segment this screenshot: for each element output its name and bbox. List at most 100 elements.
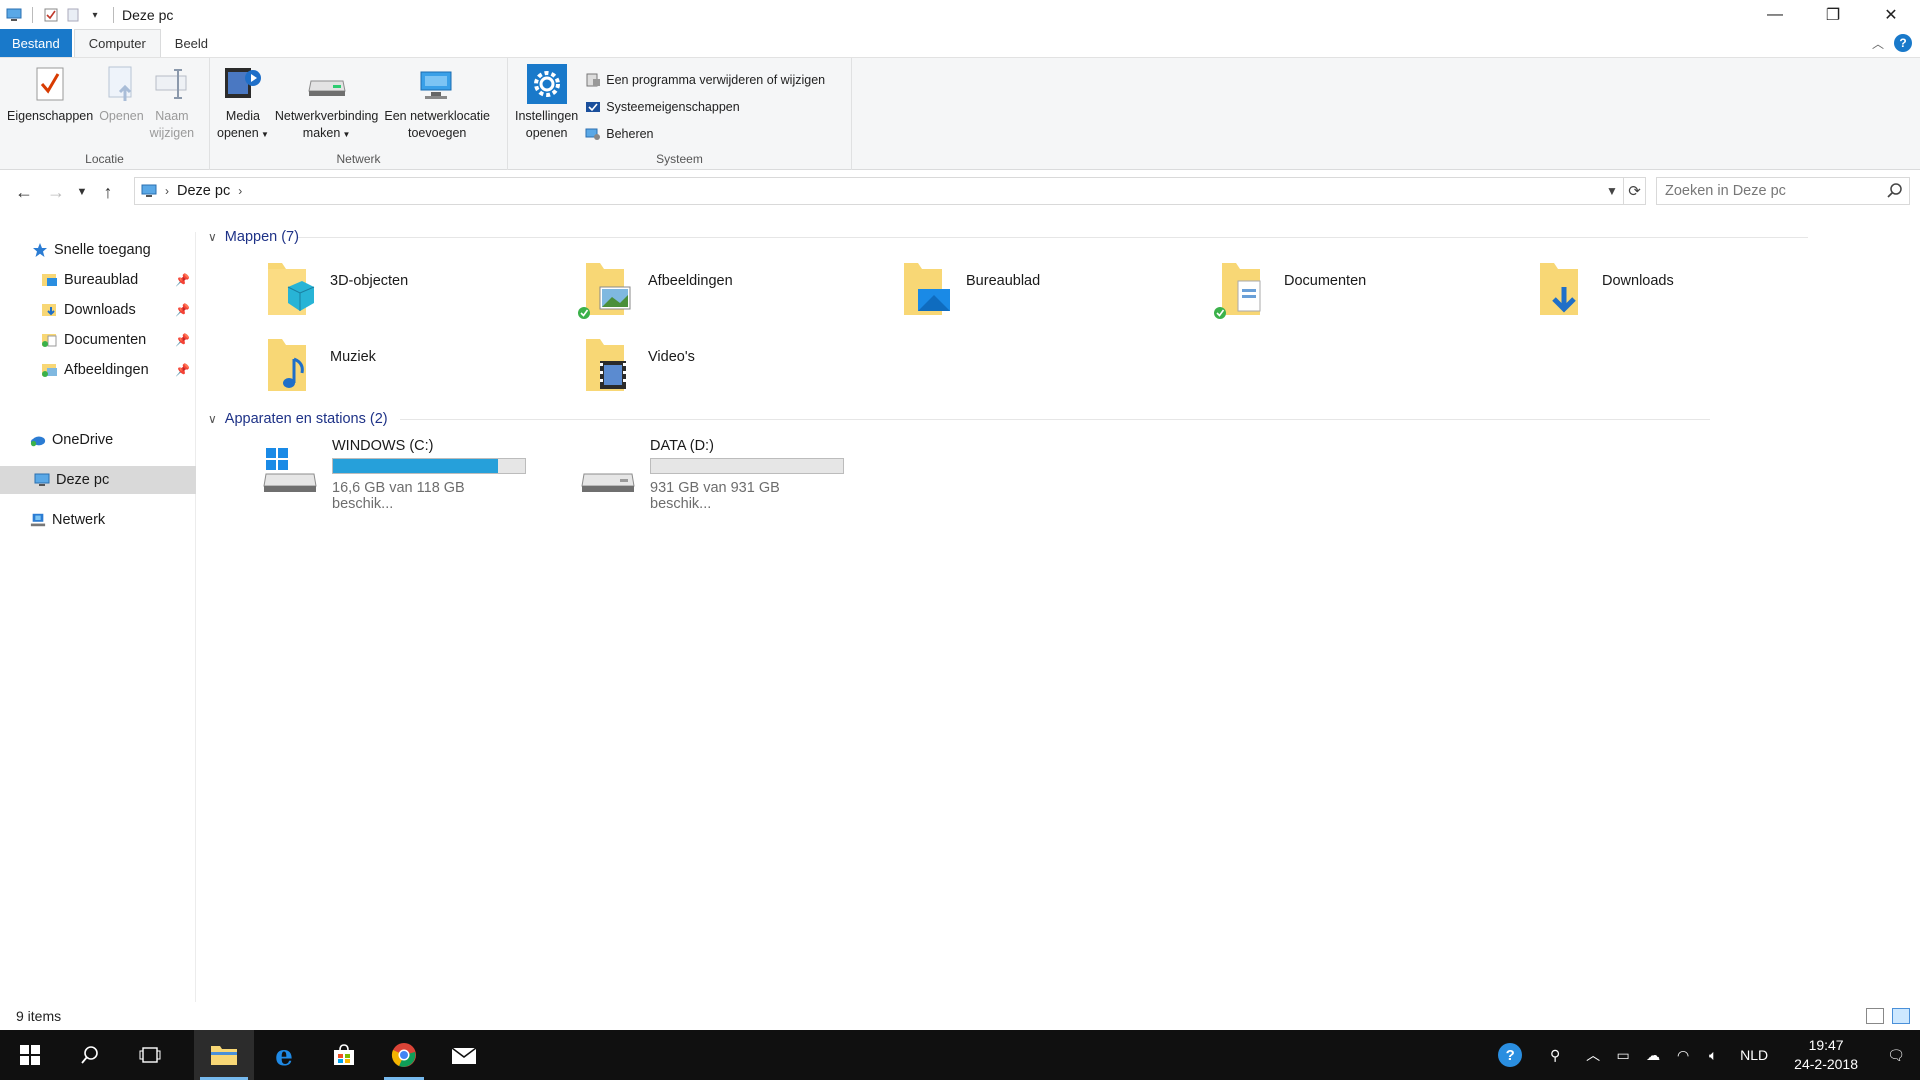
- properties-check-icon[interactable]: [43, 7, 59, 23]
- ribbon-right-controls: ︿ ?: [1872, 34, 1912, 52]
- 3d-objects-folder-icon: [260, 259, 316, 319]
- address-bar-controls: ▼ ⟳: [1601, 178, 1645, 204]
- pin-icon[interactable]: 📌: [175, 333, 190, 347]
- taskbar-file-explorer[interactable]: [194, 1030, 254, 1080]
- show-hidden-icons-chevron-icon[interactable]: ︿: [1578, 1030, 1608, 1080]
- action-center-icon[interactable]: 🗨︎: [1872, 1030, 1920, 1080]
- breadcrumb-chevron-icon[interactable]: ›: [165, 184, 169, 198]
- wifi-icon[interactable]: ◠: [1668, 1030, 1698, 1080]
- title-bar: ▾ Deze pc — ❐ ✕: [0, 0, 1920, 30]
- help-tray-icon[interactable]: ?: [1488, 1030, 1532, 1080]
- onedrive-cloud-icon: [30, 432, 46, 448]
- pin-icon[interactable]: 📌: [175, 303, 190, 317]
- back-button[interactable]: ←: [8, 176, 40, 208]
- taskbar-edge[interactable]: e: [254, 1030, 314, 1080]
- drive-name: DATA (D:): [650, 438, 714, 454]
- recent-locations-chevron-icon[interactable]: ▼: [72, 176, 92, 208]
- pictures-folder-icon: [42, 362, 58, 378]
- restore-button[interactable]: ❐: [1804, 0, 1862, 30]
- customize-qat-chevron-icon[interactable]: ▾: [87, 7, 103, 23]
- task-view-icon: [139, 1047, 161, 1063]
- volume-icon[interactable]: 🔈︎: [1698, 1030, 1728, 1080]
- collapse-chevron-icon[interactable]: ∨: [208, 230, 217, 244]
- sidebar-item-onedrive[interactable]: OneDrive: [30, 426, 190, 454]
- forward-button[interactable]: →: [40, 176, 72, 208]
- settings-gear-icon: [526, 62, 568, 106]
- pin-icon[interactable]: 📌: [175, 363, 190, 377]
- sidebar-item-snelle-toegang[interactable]: Snelle toegang: [32, 236, 192, 264]
- people-icon[interactable]: ⚲: [1532, 1030, 1578, 1080]
- breadcrumb-chevron-icon[interactable]: ›: [238, 184, 242, 198]
- taskbar-store[interactable]: [314, 1030, 374, 1080]
- folder-tile-videos[interactable]: Video's: [518, 328, 836, 402]
- taskbar-mail[interactable]: [434, 1030, 494, 1080]
- search-button[interactable]: [60, 1030, 120, 1080]
- help-icon[interactable]: ?: [1894, 34, 1912, 52]
- uninstall-program-icon: [586, 73, 601, 87]
- chrome-icon: [391, 1043, 416, 1067]
- onedrive-tray-cloud-icon[interactable]: ☁: [1638, 1030, 1668, 1080]
- systeemeigenschappen-button[interactable]: Systeemeigenschappen: [585, 96, 825, 118]
- hard-drive-icon: [580, 444, 636, 494]
- sidebar-item-documenten[interactable]: Documenten 📌: [42, 326, 196, 354]
- group-label-netwerk: Netwerk: [336, 152, 381, 166]
- navigation-row: ← → ▼ ↑ › Deze pc › ▼ ⟳ Zoeken in Deze p…: [0, 172, 1920, 212]
- window-title: Deze pc: [122, 7, 174, 23]
- clock[interactable]: 19:47 24-2-2018: [1780, 1036, 1872, 1074]
- network-location-icon: [416, 62, 458, 106]
- documents-folder-icon: [42, 332, 58, 348]
- dropdown-caret-icon: ▼: [258, 130, 269, 139]
- start-button[interactable]: [0, 1030, 60, 1080]
- ribbon-group-netwerk: Media openen ▼ Netwerkverbinding maken ▼…: [210, 58, 508, 170]
- sidebar-item-afbeeldingen[interactable]: Afbeeldingen 📌: [42, 356, 196, 384]
- search-input[interactable]: Zoeken in Deze pc: [1656, 177, 1910, 205]
- drive-name: WINDOWS (C:): [332, 438, 434, 454]
- battery-icon[interactable]: ▭: [1608, 1030, 1638, 1080]
- address-bar[interactable]: › Deze pc › ▼ ⟳: [134, 177, 1646, 205]
- folder-tile-afbeeldingen[interactable]: Afbeeldingen: [518, 252, 836, 326]
- breadcrumb-deze-pc[interactable]: Deze pc: [177, 183, 230, 199]
- ribbon-group-locatie: Eigenschappen Openen Naam wijzigen Locat…: [0, 58, 210, 170]
- minimize-button[interactable]: —: [1746, 0, 1804, 30]
- sidebar-item-deze-pc[interactable]: Deze pc: [0, 466, 196, 494]
- music-folder-icon: [260, 335, 316, 395]
- new-folder-icon[interactable]: [65, 7, 81, 23]
- drive-tile-data-d[interactable]: DATA (D:) 931 GB van 931 GB beschik...: [518, 436, 844, 512]
- tab-bestand[interactable]: Bestand: [0, 29, 72, 57]
- collapse-chevron-icon[interactable]: ∨: [208, 412, 217, 426]
- view-switcher: [1866, 1008, 1910, 1024]
- store-icon: [334, 1044, 354, 1065]
- task-view-button[interactable]: [120, 1030, 180, 1080]
- language-indicator[interactable]: NLD: [1728, 1047, 1780, 1063]
- tab-beeld[interactable]: Beeld: [161, 29, 222, 57]
- folder-tile-muziek[interactable]: Muziek: [200, 328, 518, 402]
- desktop-folder-icon: [42, 272, 58, 288]
- tab-computer[interactable]: Computer: [73, 29, 161, 57]
- sidebar-item-bureaublad[interactable]: Bureaublad 📌: [42, 266, 196, 294]
- details-view-icon[interactable]: [1866, 1008, 1884, 1024]
- folder-tile-documenten[interactable]: Documenten: [1154, 252, 1472, 326]
- collapse-ribbon-chevron-icon[interactable]: ︿: [1872, 35, 1884, 52]
- folder-tile-downloads[interactable]: Downloads: [1472, 252, 1790, 326]
- this-pc-icon[interactable]: [6, 7, 22, 23]
- pin-icon[interactable]: 📌: [175, 273, 190, 287]
- drive-tile-windows-c[interactable]: WINDOWS (C:) 16,6 GB van 118 GB beschik.…: [200, 436, 526, 512]
- taskbar-chrome[interactable]: [374, 1030, 434, 1080]
- address-dropdown-chevron-icon[interactable]: ▼: [1601, 178, 1623, 204]
- search-icon: [81, 1046, 98, 1064]
- sidebar-item-netwerk[interactable]: Netwerk: [30, 506, 190, 534]
- folder-tile-3d-objecten[interactable]: 3D-objecten: [200, 252, 518, 326]
- up-button[interactable]: ↑: [92, 176, 124, 208]
- group-header-mappen[interactable]: ∨ Mappen (7): [208, 226, 1908, 248]
- sidebar-item-downloads[interactable]: Downloads 📌: [42, 296, 196, 324]
- ribbon: Eigenschappen Openen Naam wijzigen Locat…: [0, 58, 1920, 170]
- programma-verwijderen-button[interactable]: Een programma verwijderen of wijzigen: [585, 69, 825, 91]
- beheren-button[interactable]: Beheren: [585, 123, 825, 145]
- refresh-icon[interactable]: ⟳: [1623, 178, 1645, 204]
- group-header-apparaten[interactable]: ∨ Apparaten en stations (2): [208, 408, 1908, 430]
- drive-space-info: 931 GB van 931 GB beschik...: [650, 480, 780, 512]
- close-button[interactable]: ✕: [1862, 0, 1920, 30]
- tiles-view-icon[interactable]: [1892, 1008, 1910, 1024]
- folder-tile-bureaublad[interactable]: Bureaublad: [836, 252, 1154, 326]
- drive-space-info: 16,6 GB van 118 GB beschik...: [332, 480, 465, 512]
